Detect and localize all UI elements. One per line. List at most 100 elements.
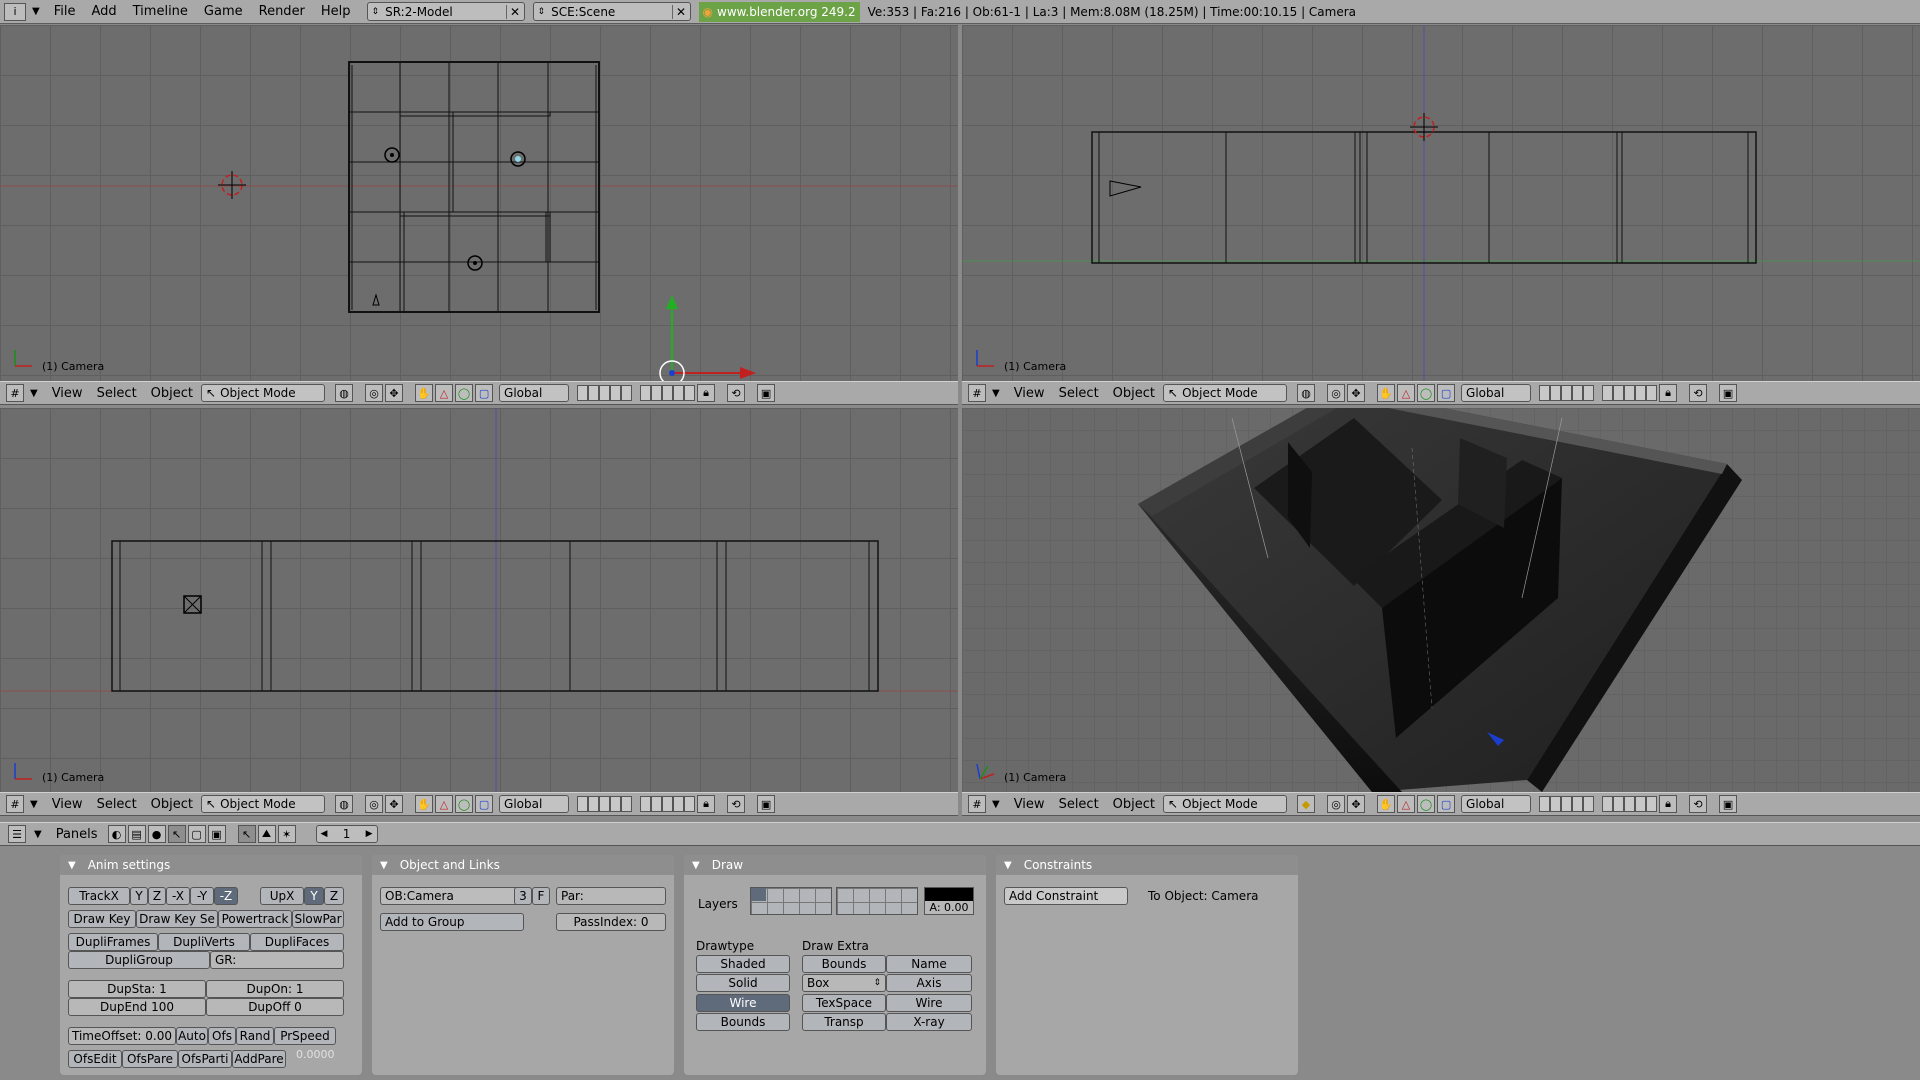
parent-field[interactable]: Par:: [556, 887, 666, 905]
viewport-camera[interactable]: (1) Camera: [962, 408, 1920, 792]
snap-icon[interactable]: ⟲: [727, 384, 746, 402]
track-neg-z-button[interactable]: -Z: [214, 887, 238, 905]
editing-context-icon[interactable]: ▢: [187, 825, 206, 843]
track-z-button[interactable]: Z: [148, 887, 166, 905]
prspeed-button[interactable]: PrSpeed: [274, 1027, 336, 1045]
menu-help[interactable]: Help: [313, 4, 359, 19]
logic-context-icon[interactable]: ◐: [107, 825, 126, 843]
group-field[interactable]: GR:: [210, 951, 344, 969]
manipulator-toggle-icon[interactable]: ✥: [1347, 795, 1366, 813]
chevron-down-icon[interactable]: ▼: [992, 388, 1000, 399]
menu-game[interactable]: Game: [196, 4, 251, 19]
duplifaces-button[interactable]: DupliFaces: [250, 933, 344, 951]
render-icon[interactable]: ▣: [1719, 384, 1738, 402]
auto-button[interactable]: Auto: [176, 1027, 208, 1045]
track-neg-x-button[interactable]: -X: [166, 887, 190, 905]
scale-icon[interactable]: ▢: [1437, 384, 1456, 402]
ofspare-button[interactable]: OfsPare: [122, 1050, 178, 1068]
menu-object[interactable]: Object: [1113, 386, 1155, 401]
upx-button[interactable]: UpX: [260, 887, 304, 905]
viewport-side[interactable]: (1) Camera: [0, 408, 958, 792]
pivot-icon[interactable]: ◎: [365, 795, 384, 813]
panel-header[interactable]: Anim settings: [60, 855, 362, 875]
editor-type-icon[interactable]: ☰: [8, 825, 26, 843]
draw-key-button[interactable]: Draw Key: [68, 910, 136, 928]
ofs-button[interactable]: Ofs: [208, 1027, 236, 1045]
chevron-down-icon[interactable]: ▼: [34, 829, 42, 840]
panel-header[interactable]: Object and Links: [372, 855, 674, 875]
lock-icon[interactable]: 🔒︎: [697, 384, 716, 402]
menu-add[interactable]: Add: [83, 4, 124, 19]
object-users-field[interactable]: 3: [514, 887, 532, 905]
menu-timeline[interactable]: Timeline: [125, 4, 196, 19]
timeoffset-field[interactable]: TimeOffset: 0.00: [68, 1027, 176, 1045]
scene-name[interactable]: SCE:Scene: [551, 5, 615, 19]
manipulator-toggle-icon[interactable]: ✥: [385, 795, 404, 813]
viewport-top[interactable]: (1) Camera: [0, 25, 958, 381]
slowpar-button[interactable]: SlowPar: [292, 910, 344, 928]
scene-context-icon[interactable]: ▣: [207, 825, 226, 843]
scale-icon[interactable]: ▢: [475, 795, 494, 813]
chevron-down-icon[interactable]: ▼: [30, 799, 38, 810]
object-layer-grid[interactable]: [750, 887, 832, 915]
hand-icon[interactable]: ✋: [1377, 384, 1396, 402]
ofsedit-button[interactable]: OfsEdit: [68, 1050, 122, 1068]
pivot-icon[interactable]: ◎: [365, 384, 384, 402]
orientation-selector[interactable]: Global: [499, 795, 570, 813]
editor-type-icon[interactable]: #: [968, 795, 986, 813]
close-icon[interactable]: ✕: [505, 4, 524, 19]
layer-buttons[interactable]: [1539, 385, 1595, 401]
editor-type-icon[interactable]: #: [6, 795, 24, 813]
frame-counter[interactable]: ◀ 1 ▶: [315, 825, 378, 843]
dupend-field[interactable]: DupEnd 100: [68, 998, 206, 1016]
object-context-icon[interactable]: ↖: [167, 825, 186, 843]
menu-select[interactable]: Select: [1059, 386, 1099, 401]
texspace-button[interactable]: TexSpace: [802, 994, 886, 1012]
menu-object[interactable]: Object: [151, 797, 193, 812]
passindex-field[interactable]: PassIndex: 0: [556, 913, 666, 931]
add-constraint-button[interactable]: Add Constraint: [1004, 887, 1128, 905]
alpha-field[interactable]: A: 0.00: [925, 901, 973, 914]
scale-icon[interactable]: ▢: [475, 384, 494, 402]
draw-type-icon[interactable]: ◍: [335, 795, 354, 813]
transp-button[interactable]: Transp: [802, 1013, 886, 1031]
viewport-front[interactable]: (1) Camera: [962, 25, 1920, 381]
layer-buttons[interactable]: [1602, 385, 1658, 401]
rotate-icon[interactable]: ◯: [1417, 795, 1436, 813]
shading-context-icon[interactable]: ●: [147, 825, 166, 843]
mode-selector[interactable]: ↖ Object Mode: [1163, 384, 1288, 402]
chevron-down-icon[interactable]: ▼: [32, 6, 40, 17]
mode-selector[interactable]: ↖ Object Mode: [1163, 795, 1288, 813]
layer-buttons[interactable]: [640, 385, 696, 401]
dupsta-field[interactable]: DupSta: 1: [68, 980, 206, 998]
name-button[interactable]: Name: [886, 955, 972, 973]
blender-url[interactable]: ◉ www.blender.org 249.2: [698, 1, 860, 22]
ofsparti-button[interactable]: OfsParti: [178, 1050, 232, 1068]
orientation-selector[interactable]: Global: [1461, 795, 1532, 813]
object-sub-icon[interactable]: ↖: [237, 825, 256, 843]
dupliverts-button[interactable]: DupliVerts: [158, 933, 250, 951]
pivot-icon[interactable]: ◎: [1327, 384, 1346, 402]
translate-icon[interactable]: △: [435, 795, 454, 813]
translate-icon[interactable]: △: [435, 384, 454, 402]
rotate-icon[interactable]: ◯: [455, 384, 474, 402]
lock-icon[interactable]: 🔒︎: [697, 795, 716, 813]
object-color-swatch[interactable]: A: 0.00: [924, 887, 974, 915]
panel-header[interactable]: Constraints: [996, 855, 1298, 875]
lock-icon[interactable]: 🔒︎: [1659, 384, 1678, 402]
bounds-drawtype-button[interactable]: Bounds: [696, 1013, 790, 1031]
menu-render[interactable]: Render: [251, 4, 313, 19]
addpare-button[interactable]: AddPare: [232, 1050, 286, 1068]
fake-user-button[interactable]: F: [532, 887, 550, 905]
hand-icon[interactable]: ✋: [415, 384, 434, 402]
rotate-icon[interactable]: ◯: [455, 795, 474, 813]
draw-type-icon[interactable]: ◍: [1297, 384, 1316, 402]
particles-icon[interactable]: ✶: [277, 825, 296, 843]
menu-view[interactable]: View: [1014, 386, 1045, 401]
menu-file[interactable]: File: [46, 4, 84, 19]
info-editor-icon[interactable]: i: [4, 2, 26, 21]
draw-key-sel-button[interactable]: Draw Key Se: [136, 910, 218, 928]
rand-button[interactable]: Rand: [236, 1027, 274, 1045]
render-icon[interactable]: ▣: [757, 795, 776, 813]
manipulator-toggle-icon[interactable]: ✥: [385, 384, 404, 402]
